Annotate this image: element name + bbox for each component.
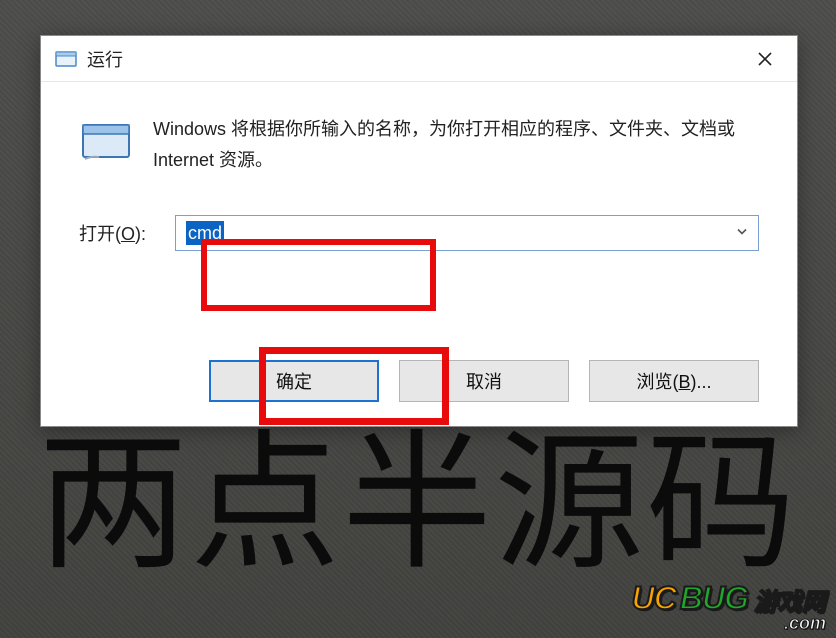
site-logo: UCBUG 游戏网 .com [632,580,826,634]
titlebar: 运行 [41,36,797,82]
chevron-down-icon[interactable] [735,223,749,244]
open-label: 打开(O): [79,220,163,246]
dialog-body: Windows 将根据你所输入的名称，为你打开相应的程序、文件夹、文档或 Int… [41,82,797,251]
close-button[interactable] [745,44,785,74]
logo-part-uc: UC [632,580,676,617]
run-large-icon [79,114,133,168]
logo-part-cn: 游戏网 [754,582,826,617]
logo-part-bug: BUG [680,580,748,617]
cancel-button[interactable]: 取消 [399,360,569,402]
ok-button[interactable]: 确定 [209,360,379,402]
dialog-description: Windows 将根据你所输入的名称，为你打开相应的程序、文件夹、文档或 Int… [153,114,743,175]
open-input-value: cmd [186,221,224,245]
watermark-text: 两点半源码 [0,430,836,580]
run-dialog-icon [55,48,77,70]
logo-sub: .com [784,613,826,634]
run-dialog: 运行 Windows 将根据你所输入的名称，为你打开相应的程序、文件夹、文档或 … [40,35,798,427]
dialog-buttons: 确定 取消 浏览(B)... [209,360,759,402]
dialog-title: 运行 [87,46,123,72]
browse-button[interactable]: 浏览(B)... [589,360,759,402]
open-input[interactable]: cmd [175,215,759,251]
